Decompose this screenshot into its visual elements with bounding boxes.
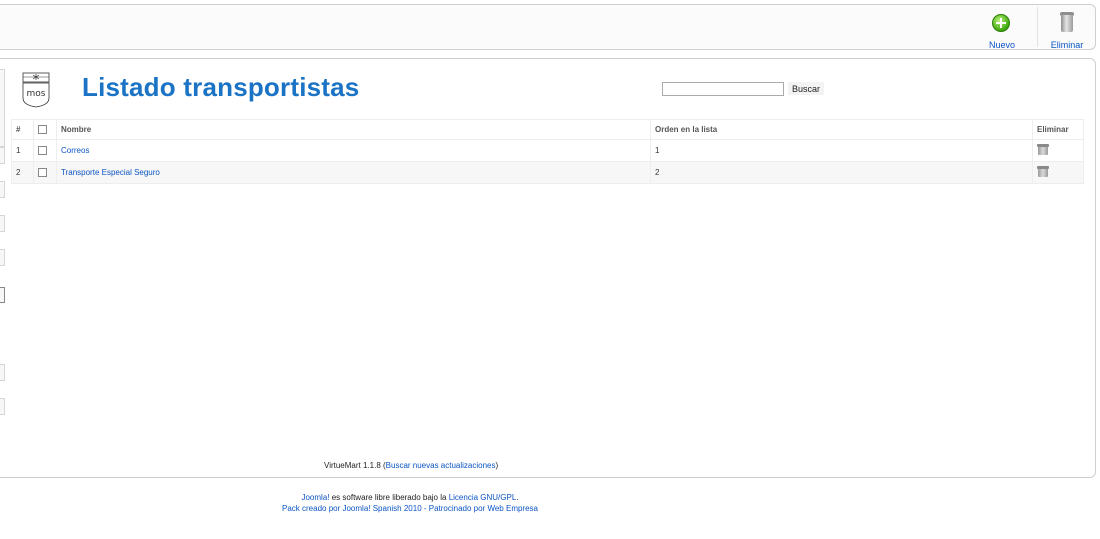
sidebar-fragment xyxy=(0,69,5,147)
delete-icon[interactable] xyxy=(1037,143,1049,156)
row-checkbox[interactable] xyxy=(38,146,47,156)
trash-icon xyxy=(1060,12,1074,32)
joomla-footer-line1: Joomla! es software libre liberado bajo … xyxy=(0,493,820,502)
sidebar-fragment[interactable] xyxy=(0,249,5,266)
row-order: 2 xyxy=(650,161,1033,184)
add-icon xyxy=(992,14,1010,32)
row-order: 1 xyxy=(650,139,1033,162)
credits-link[interactable]: Pack creado por Joomla! Spanish 2010 - P… xyxy=(282,504,538,513)
check-updates-link[interactable]: Buscar nuevas actualizaciones xyxy=(386,461,496,470)
version-suffix: ) xyxy=(495,461,499,470)
license-text: es software libre liberado bajo la xyxy=(329,493,449,502)
virtuemart-version: VirtueMart 1.1.8 (Buscar nuevas actualiz… xyxy=(324,461,498,470)
sidebar-fragment[interactable] xyxy=(0,181,5,198)
row-delete-cell xyxy=(1032,139,1084,162)
mos-logo-icon: mos xyxy=(22,72,50,108)
row-name-cell: Transporte Especial Seguro xyxy=(56,161,651,184)
new-button-label: Nuevo xyxy=(988,40,1015,50)
sidebar-fragment[interactable] xyxy=(0,398,5,415)
sidebar-fragment[interactable] xyxy=(0,215,5,232)
carriers-table: # Nombre Orden en la lista Eliminar 1 Co… xyxy=(11,119,1084,184)
carrier-link[interactable]: Correos xyxy=(61,146,89,155)
toolbar: Nuevo Eliminar xyxy=(0,4,1096,50)
table-header-row: # Nombre Orden en la lista Eliminar xyxy=(11,119,1084,140)
sidebar-fragment[interactable] xyxy=(0,364,5,381)
row-delete-cell xyxy=(1032,161,1084,184)
delete-icon[interactable] xyxy=(1037,165,1049,178)
search-input[interactable] xyxy=(662,82,784,96)
select-all-checkbox[interactable] xyxy=(38,125,47,135)
row-number: 1 xyxy=(11,139,34,162)
row-name-cell: Correos xyxy=(56,139,651,162)
table-row: 1 Correos 1 xyxy=(11,139,1084,162)
logo-text: mos xyxy=(27,89,46,99)
table-row: 2 Transporte Especial Seguro 2 xyxy=(11,161,1084,184)
column-header-num: # xyxy=(11,119,34,140)
license-link[interactable]: Licencia GNU/GPL xyxy=(449,493,517,502)
joomla-link[interactable]: Joomla! xyxy=(301,493,329,502)
column-header-delete: Eliminar xyxy=(1032,119,1084,140)
column-header-name: Nombre xyxy=(56,119,651,140)
row-checkbox[interactable] xyxy=(38,168,47,178)
column-header-order: Orden en la lista xyxy=(650,119,1033,140)
toolbar-divider xyxy=(1037,7,1038,47)
delete-button[interactable]: Eliminar xyxy=(1041,12,1093,50)
column-header-select xyxy=(33,119,57,140)
sidebar-fragment[interactable] xyxy=(0,147,5,164)
row-select-cell xyxy=(33,139,57,162)
page-title: Listado transportistas xyxy=(82,72,360,102)
search-button[interactable]: Buscar xyxy=(788,82,825,95)
new-button[interactable]: Nuevo xyxy=(976,12,1028,50)
delete-button-label: Eliminar xyxy=(1050,40,1084,50)
joomla-footer-line2: Pack creado por Joomla! Spanish 2010 - P… xyxy=(0,504,820,513)
carrier-link[interactable]: Transporte Especial Seguro xyxy=(61,168,160,177)
version-text: VirtueMart 1.1.8 ( xyxy=(324,461,386,470)
row-number: 2 xyxy=(11,161,34,184)
sidebar-fragment-active[interactable] xyxy=(0,287,5,303)
license-end: . xyxy=(516,493,519,502)
row-select-cell xyxy=(33,161,57,184)
